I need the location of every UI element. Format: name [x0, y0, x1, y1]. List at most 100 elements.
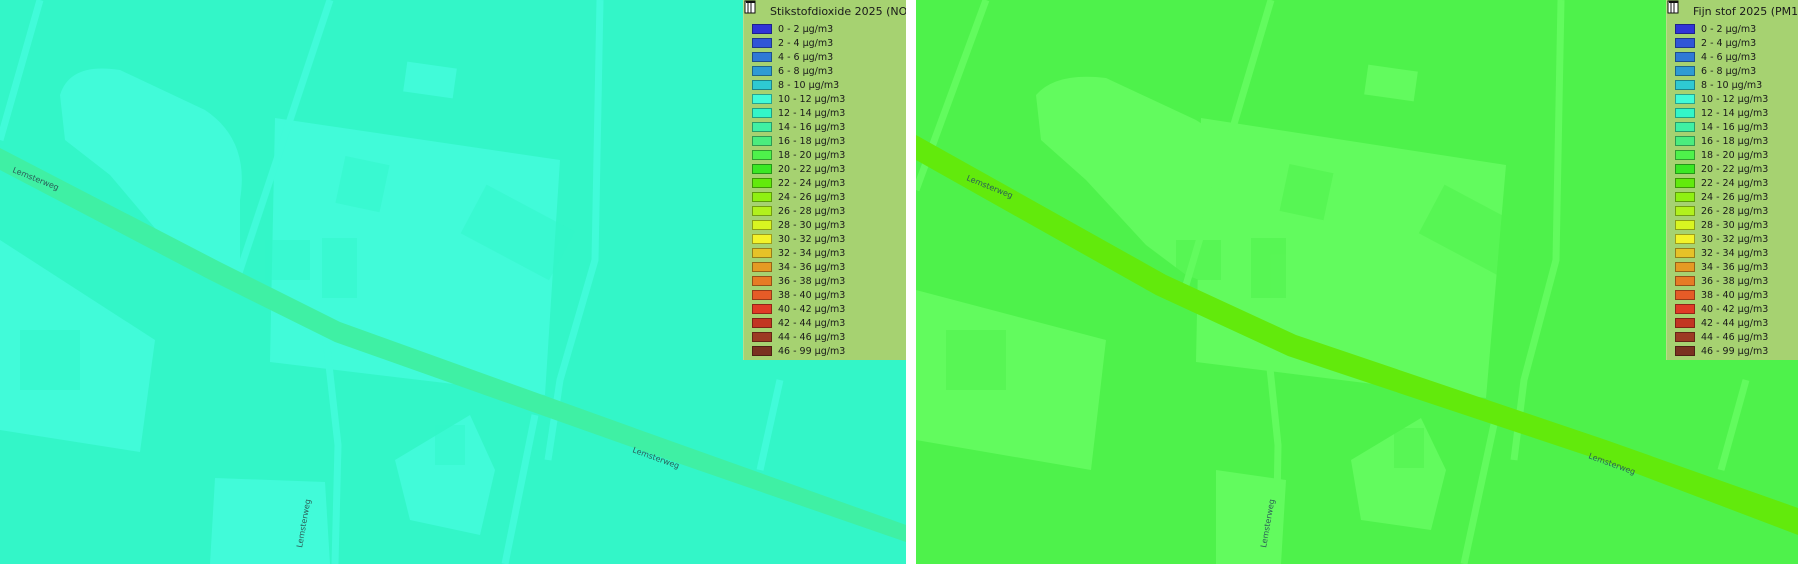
legend-label: 18 - 20 µg/m3: [778, 149, 846, 161]
legend-item: 34 - 36 µg/m3: [1675, 260, 1792, 274]
legend-label: 24 - 26 µg/m3: [778, 191, 846, 203]
legend-label: 20 - 22 µg/m3: [1701, 163, 1769, 175]
legend-label: 4 - 6 µg/m3: [1701, 51, 1757, 63]
legend-swatch: [1675, 234, 1695, 244]
legend-label: 16 - 18 µg/m3: [1701, 135, 1769, 147]
legend-swatch: [1675, 318, 1695, 328]
legend-item: 4 - 6 µg/m3: [1675, 50, 1792, 64]
legend-label: 12 - 14 µg/m3: [1701, 107, 1769, 119]
legend-label: 20 - 22 µg/m3: [778, 163, 846, 175]
legend-swatch: [1675, 52, 1695, 62]
legend-label: 22 - 24 µg/m3: [778, 177, 846, 189]
legend-item: 10 - 12 µg/m3: [752, 92, 900, 106]
legend-label: 8 - 10 µg/m3: [778, 79, 840, 91]
legend-item: 28 - 30 µg/m3: [1675, 218, 1792, 232]
legend-swatch: [1675, 192, 1695, 202]
legend-swatch: [1675, 276, 1695, 286]
legend-label: 8 - 10 µg/m3: [1701, 79, 1763, 91]
legend-swatch: [1675, 248, 1695, 258]
legend-item: 44 - 46 µg/m3: [1675, 330, 1792, 344]
legend-item: 34 - 36 µg/m3: [752, 260, 900, 274]
legend-swatch: [752, 108, 772, 118]
legend-item: 44 - 46 µg/m3: [752, 330, 900, 344]
legend-label: 6 - 8 µg/m3: [778, 65, 834, 77]
legend-swatch: [752, 304, 772, 314]
legend-book-icon[interactable]: [744, 0, 765, 18]
legend-label: 2 - 4 µg/m3: [778, 37, 834, 49]
legend-header: Stikstofdioxide 2025 (NO2): [744, 0, 906, 20]
legend-swatch: [1675, 122, 1695, 132]
legend-label: 32 - 34 µg/m3: [1701, 247, 1769, 259]
legend-label: 4 - 6 µg/m3: [778, 51, 834, 63]
legend-item: 36 - 38 µg/m3: [752, 274, 900, 288]
legend-item: 4 - 6 µg/m3: [752, 50, 900, 64]
legend-item: 38 - 40 µg/m3: [1675, 288, 1792, 302]
legend-title: Fijn stof 2025 (PM10): [1693, 4, 1798, 18]
pm10-map[interactable]: Lemsterweg Lemsterweg Lemsterweg Fijn st…: [916, 0, 1798, 564]
legend-item: 30 - 32 µg/m3: [752, 232, 900, 246]
legend-label: 46 - 99 µg/m3: [778, 345, 846, 357]
legend-swatch: [752, 150, 772, 160]
legend-swatch: [752, 276, 772, 286]
no2-map[interactable]: Lemsterweg Lemsterweg Lemsterweg Stiksto…: [0, 0, 906, 564]
legend-label: 0 - 2 µg/m3: [778, 23, 834, 35]
legend-item: 28 - 30 µg/m3: [752, 218, 900, 232]
legend-item: 36 - 38 µg/m3: [1675, 274, 1792, 288]
legend-item: 6 - 8 µg/m3: [1675, 64, 1792, 78]
legend-item: 18 - 20 µg/m3: [1675, 148, 1792, 162]
legend-swatch: [752, 248, 772, 258]
legend-item: 16 - 18 µg/m3: [1675, 134, 1792, 148]
legend-item: 38 - 40 µg/m3: [752, 288, 900, 302]
legend-item: 8 - 10 µg/m3: [752, 78, 900, 92]
legend-label: 28 - 30 µg/m3: [1701, 219, 1769, 231]
legend-item: 18 - 20 µg/m3: [752, 148, 900, 162]
legend-item: 22 - 24 µg/m3: [1675, 176, 1792, 190]
legend-label: 36 - 38 µg/m3: [1701, 275, 1769, 287]
legend-swatch: [1675, 24, 1695, 34]
legend-label: 14 - 16 µg/m3: [1701, 121, 1769, 133]
legend-swatch: [1675, 108, 1695, 118]
legend-swatch: [1675, 304, 1695, 314]
legend-item: 20 - 22 µg/m3: [1675, 162, 1792, 176]
legend-list: 0 - 2 µg/m3 2 - 4 µg/m3 4 - 6 µg/m3 6 - 8 µ…: [752, 22, 900, 358]
legend-item: 14 - 16 µg/m3: [1675, 120, 1792, 134]
legend-item: 12 - 14 µg/m3: [1675, 106, 1792, 120]
legend-item: 0 - 2 µg/m3: [1675, 22, 1792, 36]
legend-swatch: [1675, 220, 1695, 230]
legend-item: 42 - 44 µg/m3: [752, 316, 900, 330]
legend-item: 40 - 42 µg/m3: [752, 302, 900, 316]
legend-swatch: [752, 38, 772, 48]
legend-label: 0 - 2 µg/m3: [1701, 23, 1757, 35]
legend-label: 16 - 18 µg/m3: [778, 135, 846, 147]
legend-label: 36 - 38 µg/m3: [778, 275, 846, 287]
legend-swatch: [1675, 94, 1695, 104]
legend-item: 12 - 14 µg/m3: [752, 106, 900, 120]
legend-item: 40 - 42 µg/m3: [1675, 302, 1792, 316]
legend-label: 42 - 44 µg/m3: [1701, 317, 1769, 329]
legend-label: 34 - 36 µg/m3: [778, 261, 846, 273]
legend-item: 32 - 34 µg/m3: [752, 246, 900, 260]
legend-swatch: [1675, 178, 1695, 188]
legend-label: 42 - 44 µg/m3: [778, 317, 846, 329]
legend-swatch: [1675, 262, 1695, 272]
legend-item: 0 - 2 µg/m3: [752, 22, 900, 36]
legend-item: 2 - 4 µg/m3: [1675, 36, 1792, 50]
legend-swatch: [752, 80, 772, 90]
legend-label: 30 - 32 µg/m3: [778, 233, 846, 245]
legend-item: 22 - 24 µg/m3: [752, 176, 900, 190]
legend-swatch: [752, 318, 772, 328]
legend-panel: Stikstofdioxide 2025 (NO2) 0 - 2 µg/m3 2 …: [743, 0, 906, 360]
legend-swatch: [752, 290, 772, 300]
legend-swatch: [1675, 38, 1695, 48]
legend-label: 22 - 24 µg/m3: [1701, 177, 1769, 189]
legend-label: 2 - 4 µg/m3: [1701, 37, 1757, 49]
legend-item: 24 - 26 µg/m3: [1675, 190, 1792, 204]
legend-label: 12 - 14 µg/m3: [778, 107, 846, 119]
legend-swatch: [752, 220, 772, 230]
legend-swatch: [1675, 80, 1695, 90]
legend-swatch: [752, 136, 772, 146]
legend-label: 6 - 8 µg/m3: [1701, 65, 1757, 77]
legend-book-icon[interactable]: [1667, 0, 1688, 18]
legend-swatch: [1675, 346, 1695, 356]
legend-swatch: [1675, 164, 1695, 174]
